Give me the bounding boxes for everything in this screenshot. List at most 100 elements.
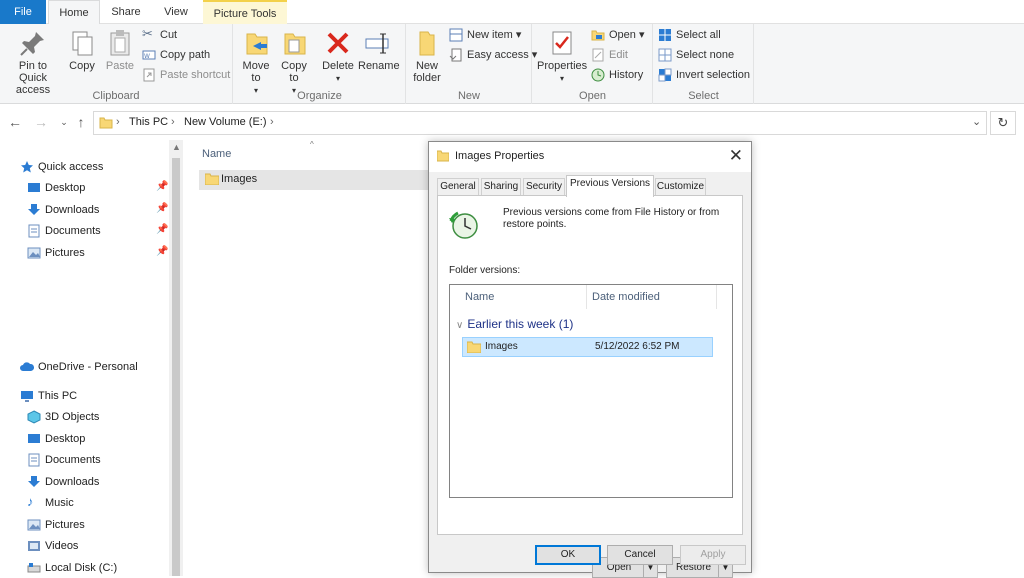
ok-button[interactable]: OK [535,545,601,565]
open-label: Open [579,90,606,102]
history-button[interactable]: History [591,66,643,84]
column-header-name[interactable]: Name [465,291,494,303]
copy-icon [72,31,93,56]
apply-button[interactable]: Apply [680,545,746,565]
pin-icon [20,32,44,56]
desktop-icon [28,183,40,192]
tab-previous-versions[interactable]: Previous Versions [566,175,654,197]
paste-shortcut-icon [143,68,155,82]
dialog-titlebar[interactable]: Images Properties ✕ [429,142,751,172]
new-item-button[interactable]: New item ▾ [449,26,521,44]
cube-icon [27,410,41,424]
history-clock-icon [449,211,478,239]
svg-text:W: W [144,53,150,60]
documents-icon [28,224,40,238]
ribbon-tabs: File Home Share View Picture Tools [0,0,1024,25]
new-folder-button[interactable]: New folder [409,26,445,84]
desktop-icon [28,434,40,443]
recent-chevron-icon[interactable]: ⌄ [56,114,72,130]
paste-button[interactable]: Paste [104,26,136,72]
edit-icon [592,48,604,62]
copy-to-icon [284,33,306,55]
address-bar[interactable]: › This PC › New Volume (E:) › ⌄ [93,111,987,135]
cloud-icon [20,362,34,371]
column-header-name[interactable]: Name [202,148,231,160]
pin-icon: 📌 [156,181,169,192]
previous-versions-panel: Previous versions come from File History… [437,195,743,578]
refresh-icon[interactable]: ↻ [990,111,1016,135]
copy-path-button[interactable]: W Copy path [142,46,210,64]
group-header[interactable]: ∨ Earlier this week (1) [456,317,573,331]
move-to-button[interactable]: Move to ▾ [238,26,274,97]
tab-sharing[interactable]: Sharing [481,178,521,196]
tab-share[interactable]: Share [104,0,148,24]
tab-customize[interactable]: Customize [655,178,706,196]
breadcrumb-sep-icon: › [116,116,120,128]
rename-button[interactable]: Rename [358,26,400,72]
invert-selection-button[interactable]: Invert selection [658,66,750,84]
breadcrumb-sep-icon: › [171,116,175,128]
organize-label: Organize [297,90,342,102]
easy-access-button[interactable]: Easy access ▾ [449,46,537,64]
forward-arrow-icon[interactable]: → [33,114,49,130]
properties-button[interactable]: Properties ▾ [537,26,587,85]
clipboard-group: Pin to Quick access Copy Paste ✂ Cut W Cop… [0,24,233,104]
version-row[interactable]: Images 5/12/2022 6:52 PM [462,337,713,357]
tab-security[interactable]: Security [523,178,565,196]
select-label: Select [688,90,719,102]
select-none-button[interactable]: Select none [658,46,734,64]
star-icon [21,161,33,173]
column-header-date[interactable]: Date modified [592,291,660,303]
move-to-icon [246,33,268,55]
copy-button[interactable]: Copy [66,26,98,72]
rename-icon [365,33,389,54]
versions-list[interactable]: Name Date modified ∨ Earlier this week (1… [449,284,733,498]
download-icon [28,204,40,215]
paste-shortcut-button[interactable]: Paste shortcut [142,66,230,84]
tab-file[interactable]: File [0,0,46,24]
pin-icon: 📌 [156,203,169,214]
nav-scrollbar[interactable]: ▲ [169,140,183,576]
column-separator [586,285,587,309]
tab-general[interactable]: General [437,178,479,196]
open-folder-icon [591,30,605,41]
scrollbar-thumb[interactable] [172,158,180,576]
chevron-down-icon: ∨ [456,320,464,331]
music-note-icon: ♪ [27,494,34,509]
cut-button[interactable]: ✂ Cut [142,26,177,44]
navigation-pane: Quick access Desktop 📌 Downloads 📌 Docum… [0,140,183,576]
scroll-up-icon[interactable]: ▲ [172,142,181,152]
tab-picture-tools[interactable]: Picture Tools [203,0,287,24]
new-group: New folder New item ▾ Easy access ▾ New [407,24,537,104]
pin-icon: 📌 [156,224,169,235]
breadcrumb-sep-icon: › [270,116,274,128]
up-arrow-icon[interactable]: ↑ [73,114,89,130]
copy-to-button[interactable]: Copy to ▾ [276,26,312,97]
select-all-icon [659,29,671,41]
organize-group: Move to ▾ Copy to ▾ Delete ▾ Rename Organiz… [234,24,406,104]
computer-icon [21,391,33,402]
sort-ascending-icon: ^ [310,140,314,149]
properties-icon [552,31,572,55]
breadcrumb-new-volume[interactable]: New Volume (E:) [184,116,267,128]
select-none-icon [658,48,672,62]
cancel-button[interactable]: Cancel [607,545,673,565]
pictures-icon [27,247,41,259]
close-icon[interactable]: ✕ [729,146,743,166]
open-button[interactable]: Open ▾ [591,26,645,44]
breadcrumb-this-pc[interactable]: This PC [129,116,168,128]
drive-icon [27,563,41,573]
back-arrow-icon[interactable]: ← [7,114,23,130]
documents-icon [28,453,40,467]
column-separator [716,285,717,309]
delete-button[interactable]: Delete ▾ [320,26,356,85]
select-all-button[interactable]: Select all [658,26,721,44]
list-item[interactable]: Images [199,170,431,190]
tab-home[interactable]: Home [48,0,100,25]
address-dropdown-icon[interactable]: ⌄ [972,115,981,128]
pictures-icon [27,519,41,531]
film-icon [28,541,40,551]
tab-view[interactable]: View [154,0,198,24]
edit-button[interactable]: Edit [591,46,628,64]
pin-quick-access-button[interactable]: Pin to Quick access [4,26,62,96]
